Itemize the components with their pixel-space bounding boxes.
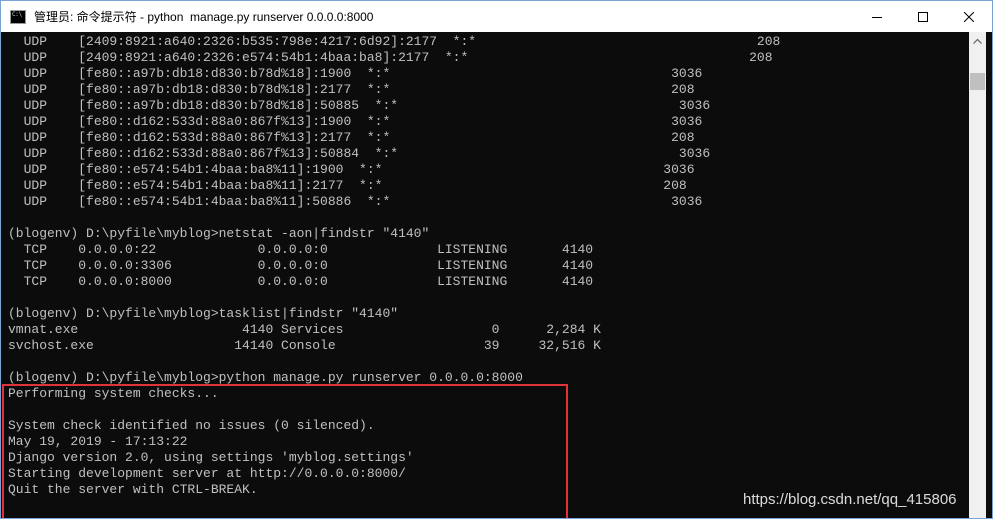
vertical-scrollbar[interactable] xyxy=(969,32,986,518)
console-line: UDP [fe80::e574:54b1:4baa:ba8%11]:2177 *… xyxy=(8,178,687,193)
console-line: TCP 0.0.0.0:3306 0.0.0.0:0 LISTENING 414… xyxy=(8,258,594,273)
console-line: (blogenv) D:\pyfile\myblog>netstat -aon|… xyxy=(8,226,430,241)
console-line: UDP [2409:8921:a640:2326:e574:54b1:4baa:… xyxy=(8,50,773,65)
cmd-app-icon-text: C:\ xyxy=(12,10,22,18)
console-line: vmnat.exe 4140 Services 0 2,284 K xyxy=(8,322,601,337)
console-line: UDP [fe80::a97b:db18:d830:b78d%18]:50885… xyxy=(8,98,711,113)
console-line: TCP 0.0.0.0:22 0.0.0.0:0 LISTENING 4140 xyxy=(8,242,594,257)
window-title: 管理员: 命令提示符 - python manage.py runserver … xyxy=(34,10,374,24)
scroll-up-button[interactable] xyxy=(969,32,986,49)
minimize-button[interactable] xyxy=(854,1,900,32)
scrollbar-thumb[interactable] xyxy=(970,73,985,90)
console-line: UDP [fe80::d162:533d:88a0:867f%13]:1900 … xyxy=(8,114,703,129)
console-line: TCP 0.0.0.0:8000 0.0.0.0:0 LISTENING 414… xyxy=(8,274,594,289)
console-line: UDP [fe80::e574:54b1:4baa:ba8%11]:1900 *… xyxy=(8,162,695,177)
maximize-button[interactable] xyxy=(900,1,946,32)
console-line: UDP [fe80::a97b:db18:d830:b78d%18]:1900 … xyxy=(8,66,703,81)
console-line: (blogenv) D:\pyfile\myblog>tasklist|find… xyxy=(8,306,399,321)
maximize-icon xyxy=(918,11,928,22)
console-line: UDP [2409:8921:a640:2326:b535:798e:4217:… xyxy=(8,34,781,49)
runserver-highlight-box xyxy=(2,384,568,518)
close-icon xyxy=(964,11,974,22)
console-line: UDP [fe80::d162:533d:88a0:867f%13]:50884… xyxy=(8,146,711,161)
window-right-edge xyxy=(986,32,992,518)
console-line: UDP [fe80::a97b:db18:d830:b78d%18]:2177 … xyxy=(8,82,695,97)
console-line: UDP [fe80::e574:54b1:4baa:ba8%11]:50886 … xyxy=(8,194,703,209)
title-bar[interactable]: C:\ 管理员: 命令提示符 - python manage.py runser… xyxy=(1,1,992,32)
close-button[interactable] xyxy=(946,1,992,32)
command-prompt-window: C:\ 管理员: 命令提示符 - python manage.py runser… xyxy=(0,0,993,519)
cmd-app-icon[interactable]: C:\ xyxy=(10,9,26,24)
watermark-text: https://blog.csdn.net/qq_415806 xyxy=(743,491,957,508)
console-line: UDP [fe80::d162:533d:88a0:867f%13]:2177 … xyxy=(8,130,695,145)
window-controls xyxy=(854,1,992,32)
console-output[interactable]: UDP [2409:8921:a640:2326:b535:798e:4217:… xyxy=(1,32,969,518)
minimize-icon xyxy=(872,16,882,18)
chevron-up-icon xyxy=(973,38,982,44)
console-line: svchost.exe 14140 Console 39 32,516 K xyxy=(8,338,601,353)
